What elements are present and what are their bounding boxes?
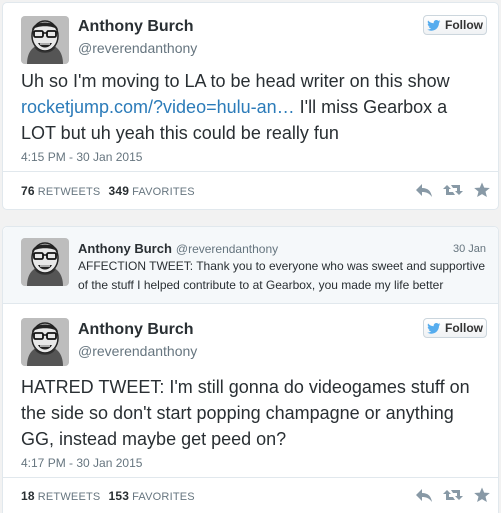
tweet-stats: 18 RETWEETS 153 FAVORITES bbox=[21, 489, 195, 503]
reply-date[interactable]: 30 Jan bbox=[453, 243, 486, 255]
retweet-count[interactable]: 76 bbox=[21, 184, 35, 198]
tweet-actions bbox=[415, 487, 491, 503]
in-reply-to-tweet[interactable]: Anthony Burch @reverendanthony 30 Jan AFF… bbox=[3, 227, 498, 304]
tweet-text-start: Uh so I'm moving to LA to be head writer… bbox=[21, 71, 450, 91]
retweets-label[interactable]: RETWEETS bbox=[38, 491, 101, 503]
avatar[interactable] bbox=[21, 318, 69, 366]
tweet-actions bbox=[415, 182, 491, 198]
tweet-timestamp[interactable]: 4:17 PM - 30 Jan 2015 bbox=[21, 456, 142, 470]
tweet-card: Anthony Burch @reverendanthony 30 Jan AFF… bbox=[2, 226, 499, 513]
retweet-icon[interactable] bbox=[443, 182, 463, 198]
tweet-timestamp[interactable]: 4:15 PM - 30 Jan 2015 bbox=[21, 150, 142, 164]
tweet-link[interactable]: rocketjump.com/?video=hulu-an… bbox=[21, 97, 295, 117]
reply-author-handle: @reverendanthony bbox=[175, 242, 279, 256]
follow-label: Follow bbox=[445, 321, 483, 335]
retweet-icon[interactable] bbox=[443, 487, 463, 503]
twitter-bird-icon bbox=[427, 20, 441, 31]
reply-icon[interactable] bbox=[415, 487, 433, 503]
favorite-count[interactable]: 153 bbox=[108, 489, 129, 503]
reply-author-name: Anthony Burch bbox=[78, 241, 172, 256]
follow-button[interactable]: Follow bbox=[423, 15, 487, 35]
reply-icon[interactable] bbox=[415, 182, 433, 198]
star-icon[interactable] bbox=[473, 487, 491, 503]
favorites-label[interactable]: FAVORITES bbox=[132, 491, 195, 503]
reply-text: AFFECTION TWEET: Thank you to everyone w… bbox=[78, 259, 486, 292]
tweet-card: Anthony Burch @reverendanthony Follow Uh… bbox=[2, 2, 499, 210]
author-handle[interactable]: @reverendanthony bbox=[78, 40, 197, 56]
follow-button[interactable]: Follow bbox=[423, 318, 487, 338]
favorite-count[interactable]: 349 bbox=[108, 184, 129, 198]
tweet-text: HATRED TWEET: I'm still gonna do videoga… bbox=[21, 377, 470, 449]
author-handle[interactable]: @reverendanthony bbox=[78, 343, 197, 359]
follow-label: Follow bbox=[445, 18, 483, 32]
retweet-count[interactable]: 18 bbox=[21, 489, 35, 503]
author-name[interactable]: Anthony Burch bbox=[78, 321, 194, 339]
avatar[interactable] bbox=[21, 238, 69, 286]
twitter-bird-icon bbox=[427, 323, 441, 334]
divider bbox=[3, 171, 498, 172]
author-name[interactable]: Anthony Burch bbox=[78, 18, 194, 36]
retweets-label[interactable]: RETWEETS bbox=[38, 186, 101, 198]
divider bbox=[3, 477, 498, 478]
reply-author[interactable]: Anthony Burch @reverendanthony bbox=[78, 241, 278, 256]
tweet-text: Uh so I'm moving to LA to be head writer… bbox=[21, 68, 486, 146]
star-icon[interactable] bbox=[473, 182, 491, 198]
avatar[interactable] bbox=[21, 16, 69, 64]
favorites-label[interactable]: FAVORITES bbox=[132, 186, 195, 198]
tweet-stats: 76 RETWEETS 349 FAVORITES bbox=[21, 184, 195, 198]
